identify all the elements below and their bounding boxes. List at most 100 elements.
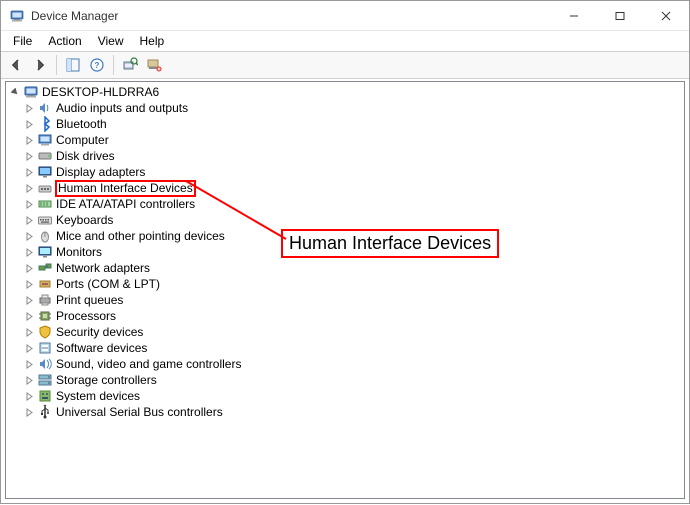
tree-label: Monitors — [56, 245, 102, 259]
device-tree-panel[interactable]: DESKTOP-HLDRRA6 Audio inputs and outputs… — [5, 81, 685, 499]
audio-icon — [37, 100, 53, 116]
expander-icon[interactable] — [22, 405, 36, 419]
tree-row[interactable]: Human Interface Devices — [6, 180, 684, 196]
expander-icon[interactable] — [22, 341, 36, 355]
tree-label: Computer — [56, 133, 109, 147]
printer-icon — [37, 292, 53, 308]
expander-icon[interactable] — [22, 373, 36, 387]
show-hide-tree-button[interactable] — [62, 54, 84, 76]
expander-icon[interactable] — [22, 389, 36, 403]
expander-icon[interactable] — [22, 181, 36, 195]
computer-root-icon — [23, 84, 39, 100]
disk-icon — [37, 148, 53, 164]
ide-icon — [37, 196, 53, 212]
mouse-icon — [37, 228, 53, 244]
menu-view[interactable]: View — [90, 33, 132, 49]
expander-icon[interactable] — [8, 85, 22, 99]
expander-icon[interactable] — [22, 101, 36, 115]
window-title: Device Manager — [31, 9, 551, 23]
toolbar-separator — [113, 55, 114, 75]
keyboard-icon — [37, 212, 53, 228]
expander-icon[interactable] — [22, 117, 36, 131]
tree-row[interactable]: Software devices — [6, 340, 684, 356]
tree-label: Disk drives — [56, 149, 115, 163]
tree-row[interactable]: Processors — [6, 308, 684, 324]
tree-row[interactable]: Storage controllers — [6, 372, 684, 388]
toolbar: ? — [1, 51, 689, 79]
forward-button[interactable] — [29, 54, 51, 76]
system-icon — [37, 388, 53, 404]
cpu-icon — [37, 308, 53, 324]
expander-icon[interactable] — [22, 133, 36, 147]
tree-root-row[interactable]: DESKTOP-HLDRRA6 — [6, 84, 684, 100]
tree-label: IDE ATA/ATAPI controllers — [56, 197, 195, 211]
display-icon — [37, 164, 53, 180]
tree-label: Ports (COM & LPT) — [56, 277, 160, 291]
tree-row[interactable]: Audio inputs and outputs — [6, 100, 684, 116]
tree-row[interactable]: System devices — [6, 388, 684, 404]
tree-row[interactable]: Keyboards — [6, 212, 684, 228]
close-button[interactable] — [643, 1, 689, 30]
tree-label: System devices — [56, 389, 140, 403]
tree-label: Storage controllers — [56, 373, 157, 387]
expander-icon[interactable] — [22, 213, 36, 227]
tree-row[interactable]: Bluetooth — [6, 116, 684, 132]
tree-label: Human Interface Devices — [55, 180, 196, 197]
expander-icon[interactable] — [22, 357, 36, 371]
add-legacy-hardware-button[interactable] — [143, 54, 165, 76]
tree-label: Sound, video and game controllers — [56, 357, 241, 371]
annotation-label: Human Interface Devices — [289, 233, 491, 253]
tree-label: Mice and other pointing devices — [56, 229, 225, 243]
tree-row[interactable]: Ports (COM & LPT) — [6, 276, 684, 292]
minimize-button[interactable] — [551, 1, 597, 30]
network-icon — [37, 260, 53, 276]
expander-icon[interactable] — [22, 229, 36, 243]
tree-row[interactable]: Print queues — [6, 292, 684, 308]
tree-label: Audio inputs and outputs — [56, 101, 188, 115]
tree-row[interactable]: IDE ATA/ATAPI controllers — [6, 196, 684, 212]
tree-row[interactable]: Display adapters — [6, 164, 684, 180]
tree-label: Print queues — [56, 293, 123, 307]
expander-icon[interactable] — [22, 325, 36, 339]
expander-icon[interactable] — [22, 245, 36, 259]
titlebar: Device Manager — [1, 1, 689, 31]
back-button[interactable] — [5, 54, 27, 76]
app-icon — [9, 8, 25, 24]
tree-label: Security devices — [56, 325, 143, 339]
tree-row[interactable]: Network adapters — [6, 260, 684, 276]
annotation-callout: Human Interface Devices — [281, 229, 499, 258]
tree-label: Keyboards — [56, 213, 113, 227]
expander-icon[interactable] — [22, 277, 36, 291]
tree-label: Universal Serial Bus controllers — [56, 405, 223, 419]
tree-row[interactable]: Security devices — [6, 324, 684, 340]
maximize-button[interactable] — [597, 1, 643, 30]
expander-icon[interactable] — [22, 165, 36, 179]
tree-label: Software devices — [56, 341, 147, 355]
expander-icon[interactable] — [22, 309, 36, 323]
tree-row[interactable]: Computer — [6, 132, 684, 148]
scan-hardware-button[interactable] — [119, 54, 141, 76]
bluetooth-icon — [37, 116, 53, 132]
help-button[interactable]: ? — [86, 54, 108, 76]
menu-file[interactable]: File — [5, 33, 40, 49]
software-icon — [37, 340, 53, 356]
toolbar-separator — [56, 55, 57, 75]
tree-row[interactable]: Universal Serial Bus controllers — [6, 404, 684, 420]
tree-label: Processors — [56, 309, 116, 323]
menu-action[interactable]: Action — [40, 33, 89, 49]
expander-icon[interactable] — [22, 293, 36, 307]
tree-label: Display adapters — [56, 165, 145, 179]
usb-icon — [37, 404, 53, 420]
expander-icon[interactable] — [22, 261, 36, 275]
security-icon — [37, 324, 53, 340]
tree-row[interactable]: Disk drives — [6, 148, 684, 164]
menu-help[interactable]: Help — [132, 33, 173, 49]
expander-icon[interactable] — [22, 197, 36, 211]
tree-row[interactable]: Sound, video and game controllers — [6, 356, 684, 372]
sound-icon — [37, 356, 53, 372]
root-label: DESKTOP-HLDRRA6 — [42, 85, 159, 99]
tree-label: Network adapters — [56, 261, 150, 275]
menubar: File Action View Help — [1, 31, 689, 51]
expander-icon[interactable] — [22, 149, 36, 163]
monitor-icon — [37, 244, 53, 260]
